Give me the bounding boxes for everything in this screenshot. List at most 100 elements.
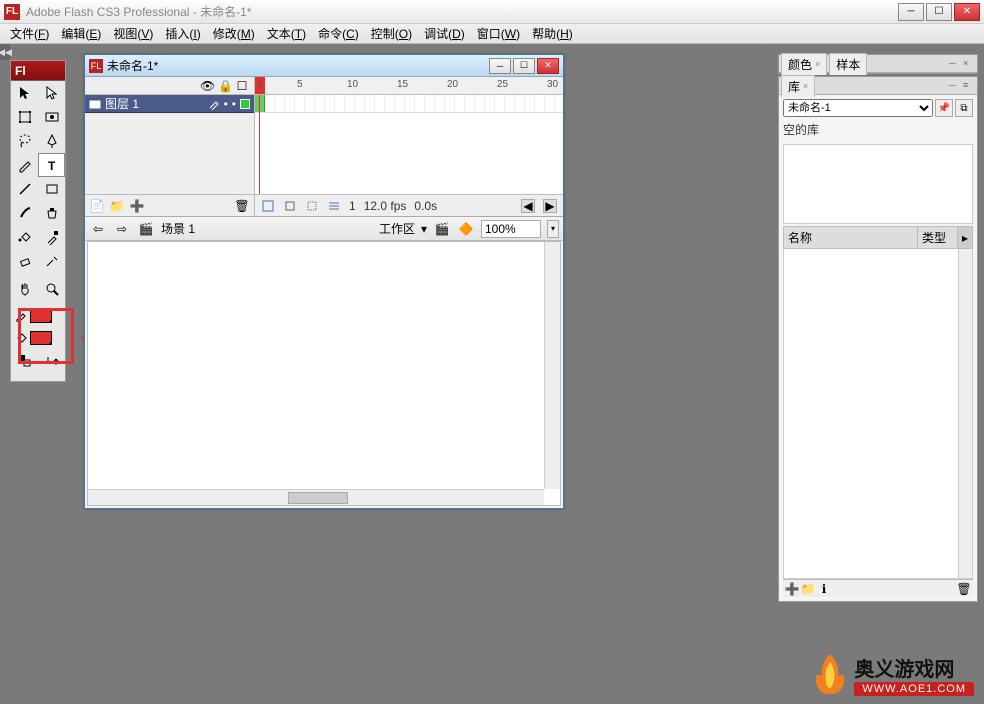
tab-color[interactable]: 颜色× bbox=[781, 53, 827, 75]
library-scrollbar[interactable] bbox=[958, 249, 972, 578]
show-hide-icon[interactable]: 👁 bbox=[200, 79, 212, 93]
tools-header: Fl bbox=[11, 61, 65, 81]
frame-track[interactable] bbox=[255, 95, 563, 113]
eraser-tool[interactable] bbox=[11, 249, 38, 273]
document-titlebar[interactable]: FL 未命名-1* ─ ☐ ✕ bbox=[85, 55, 563, 77]
properties-button[interactable]: ℹ bbox=[817, 582, 831, 596]
onion-skin-outline-icon[interactable] bbox=[305, 199, 319, 213]
library-doc-selector: 未命名-1 📌 ⧉ bbox=[783, 99, 973, 117]
panel-minimize-icon[interactable]: ─ bbox=[949, 58, 961, 70]
doc-minimize-button[interactable]: ─ bbox=[489, 58, 511, 74]
new-folder-button[interactable]: 📁 bbox=[801, 582, 815, 596]
tab-swatches[interactable]: 样本 bbox=[829, 53, 867, 75]
frame-rate: 12.0 fps bbox=[364, 199, 407, 213]
workarea-dropdown[interactable]: ▾ bbox=[421, 222, 427, 236]
timeline-scroll-left[interactable]: ◀ bbox=[521, 199, 535, 213]
library-new-button[interactable]: ⧉ bbox=[955, 99, 973, 117]
horizontal-scrollbar[interactable] bbox=[88, 489, 544, 505]
right-panels: 颜色× 样本 ─× 库× ─≡ 未命名-1 📌 ⧉ 空的库 名称 类型 bbox=[778, 54, 978, 604]
subselection-tool[interactable] bbox=[38, 81, 65, 105]
layer-lock-dot[interactable]: • bbox=[232, 97, 236, 111]
layer-pencil-icon bbox=[208, 98, 220, 110]
menu-c[interactable]: 命令(C) bbox=[312, 23, 365, 44]
ink-bottle-tool[interactable] bbox=[38, 201, 65, 225]
delete-layer-button[interactable]: 🗑 bbox=[234, 198, 250, 214]
panel-menu-icon[interactable]: × bbox=[963, 58, 975, 70]
pen-tool[interactable] bbox=[38, 129, 65, 153]
zoom-input[interactable] bbox=[481, 220, 541, 238]
library-list[interactable] bbox=[783, 249, 973, 579]
edit-scene-icon[interactable]: 🎬 bbox=[433, 220, 451, 238]
menu-h[interactable]: 帮助(H) bbox=[526, 23, 579, 44]
add-guide-button[interactable]: ➕ bbox=[129, 198, 145, 214]
edit-symbols-icon[interactable]: 🔶 bbox=[457, 220, 475, 238]
center-frame-icon[interactable] bbox=[261, 199, 275, 213]
paint-bucket-tool[interactable] bbox=[11, 225, 38, 249]
scene-back-button[interactable]: ⇦ bbox=[89, 220, 107, 238]
menu-d[interactable]: 调试(D) bbox=[418, 23, 471, 44]
document-window: FL 未命名-1* ─ ☐ ✕ 👁 🔒 ☐ 15101520253035 bbox=[84, 54, 564, 509]
scene-forward-button[interactable]: ⇨ bbox=[113, 220, 131, 238]
menu-e[interactable]: 编辑(E) bbox=[55, 23, 107, 44]
doc-close-button[interactable]: ✕ bbox=[537, 58, 559, 74]
library-doc-select[interactable]: 未命名-1 bbox=[783, 99, 933, 117]
selection-tool[interactable] bbox=[11, 81, 38, 105]
workarea-label: 工作区 bbox=[379, 220, 415, 237]
timeline-ruler[interactable]: 15101520253035 bbox=[255, 77, 563, 94]
doc-maximize-button[interactable]: ☐ bbox=[513, 58, 535, 74]
library-pin-button[interactable]: 📌 bbox=[935, 99, 953, 117]
outline-icon[interactable]: ☐ bbox=[236, 79, 248, 93]
onion-skin-icon[interactable] bbox=[283, 199, 297, 213]
menu-m[interactable]: 修改(M) bbox=[207, 23, 261, 44]
timeline-scroll-right[interactable]: ▶ bbox=[543, 199, 557, 213]
lasso-tool[interactable] bbox=[11, 129, 38, 153]
col-sort-icon[interactable]: ▸ bbox=[958, 227, 972, 248]
vertical-scrollbar[interactable] bbox=[544, 242, 560, 489]
new-layer-button[interactable]: 📄 bbox=[89, 198, 105, 214]
panel-minimize-icon[interactable]: ─ bbox=[949, 80, 961, 92]
edit-multiple-icon[interactable] bbox=[327, 199, 341, 213]
panel-collapse-left[interactable]: ◀◀ bbox=[0, 44, 10, 60]
timeline-layers: 图层 1 • • bbox=[85, 95, 255, 194]
minimize-button[interactable]: ─ bbox=[898, 3, 924, 21]
new-symbol-button[interactable]: ➕ bbox=[785, 582, 799, 596]
pencil-tool[interactable] bbox=[11, 153, 38, 177]
close-button[interactable]: ✕ bbox=[954, 3, 980, 21]
layer-outline-swatch[interactable] bbox=[240, 99, 250, 109]
menu-v[interactable]: 视图(V) bbox=[107, 23, 159, 44]
col-type[interactable]: 类型 bbox=[918, 227, 958, 248]
scrollbar-thumb[interactable] bbox=[288, 492, 348, 504]
line-tool[interactable] bbox=[11, 177, 38, 201]
col-name[interactable]: 名称 bbox=[784, 227, 918, 248]
zoom-dropdown[interactable]: ▾ bbox=[547, 220, 559, 238]
panel-menu-icon[interactable]: ≡ bbox=[963, 80, 975, 92]
menu-o[interactable]: 控制(O) bbox=[365, 23, 418, 44]
free-transform-tool[interactable] bbox=[11, 105, 38, 129]
close-icon[interactable]: × bbox=[815, 59, 820, 69]
stage-canvas[interactable] bbox=[87, 241, 561, 506]
document-title: 未命名-1* bbox=[107, 57, 489, 74]
close-icon[interactable]: × bbox=[803, 81, 808, 91]
layer-icon bbox=[89, 98, 101, 110]
timeline-frames[interactable] bbox=[255, 95, 563, 194]
menu-f[interactable]: 文件(F) bbox=[4, 23, 55, 44]
gradient-transform-tool[interactable] bbox=[38, 105, 65, 129]
layer-row[interactable]: 图层 1 • • bbox=[85, 95, 254, 113]
eyedropper-tool[interactable] bbox=[38, 225, 65, 249]
text-tool[interactable]: T bbox=[38, 153, 65, 177]
tab-library[interactable]: 库× bbox=[781, 75, 815, 97]
rectangle-tool[interactable] bbox=[38, 177, 65, 201]
menu-t[interactable]: 文本(T) bbox=[261, 23, 312, 44]
menu-i[interactable]: 插入(I) bbox=[159, 23, 206, 44]
zoom-tool[interactable] bbox=[38, 277, 65, 301]
keyframe[interactable] bbox=[255, 95, 265, 112]
menu-w[interactable]: 窗口(W) bbox=[471, 23, 526, 44]
layer-visible-dot[interactable]: • bbox=[224, 97, 228, 111]
hand-tool[interactable] bbox=[11, 277, 38, 301]
maximize-button[interactable]: ☐ bbox=[926, 3, 952, 21]
lock-icon[interactable]: 🔒 bbox=[218, 79, 230, 93]
delete-button[interactable]: 🗑 bbox=[957, 582, 971, 596]
new-folder-button[interactable]: 📁 bbox=[109, 198, 125, 214]
eyedropper2-tool[interactable] bbox=[38, 249, 65, 273]
brush-tool[interactable] bbox=[11, 201, 38, 225]
